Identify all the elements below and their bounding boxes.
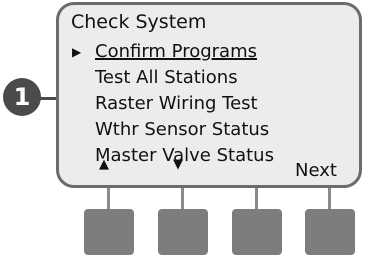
selection-cursor-icon: ▶ [72,45,82,59]
menu-item-test-all-stations[interactable]: Test All Stations [95,67,238,88]
next-softkey-label: Next [295,160,337,181]
button-1-connector [107,186,110,210]
screen-title: Check System [71,11,207,33]
down-button[interactable] [158,209,208,255]
up-arrow-icon: ▲ [99,157,109,172]
button-2-connector [181,186,184,210]
menu-item-confirm-programs[interactable]: Confirm Programs [95,41,257,62]
menu-item-raster-wiring-test[interactable]: Raster Wiring Test [95,93,258,114]
button-3-connector [255,186,258,210]
lcd-screen: Check System ▶ Confirm Programs Test All… [56,2,362,188]
callout-number-badge: 1 [3,78,41,116]
next-button[interactable] [305,209,355,255]
up-button[interactable] [84,209,134,255]
down-arrow-icon: ▼ [173,157,183,172]
blank-button[interactable] [232,209,282,255]
button-4-connector [328,186,331,210]
menu-item-wthr-sensor-status[interactable]: Wthr Sensor Status [95,119,269,140]
menu-item-master-valve-status[interactable]: Master Valve Status [95,145,274,166]
